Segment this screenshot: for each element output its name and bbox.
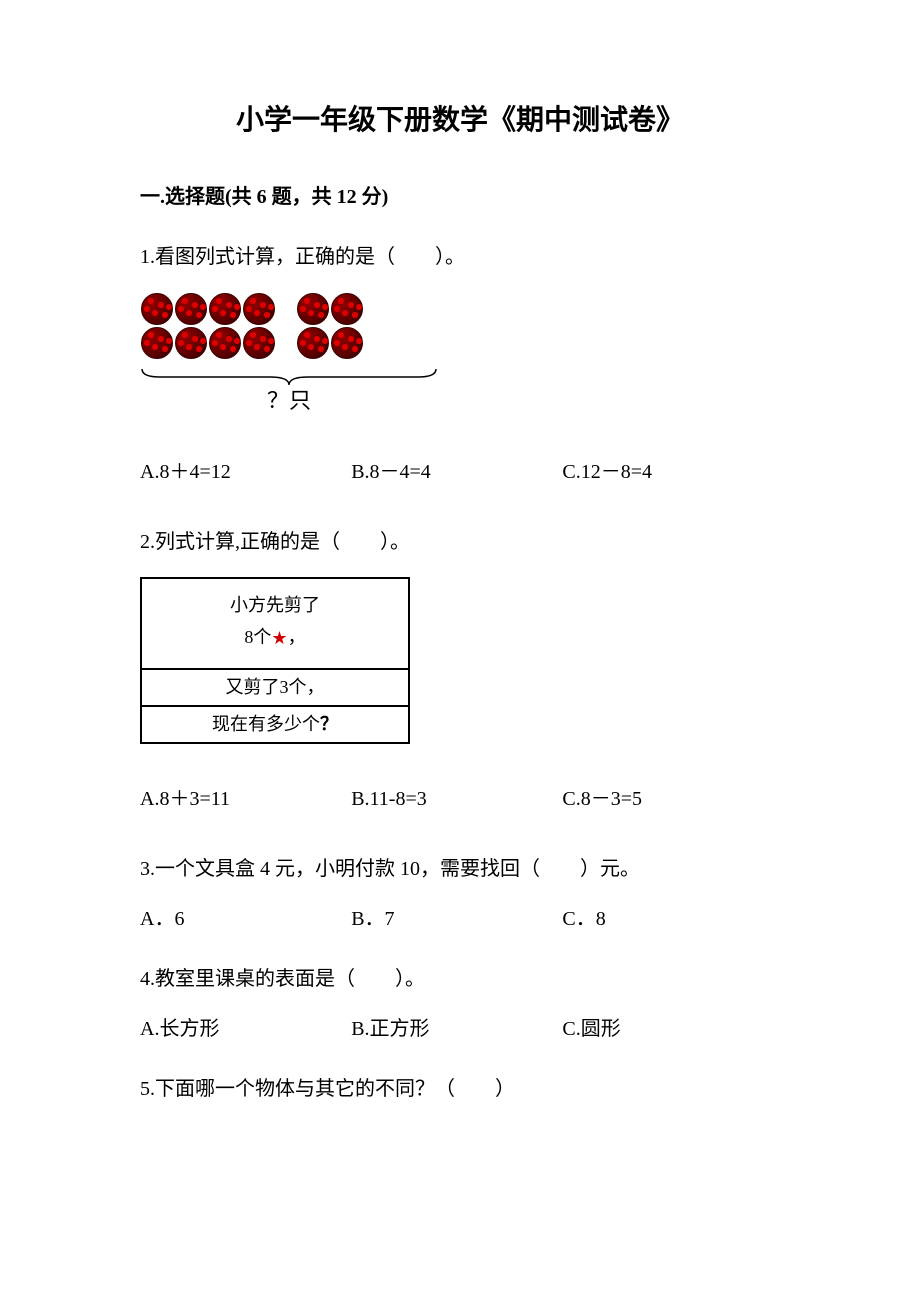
- star-icon: ★: [271, 622, 287, 654]
- ladybug-icon: [297, 327, 329, 359]
- brace-icon: [140, 364, 438, 384]
- ladybug-icon: [243, 293, 275, 325]
- question-3: 3.一个文具盒 4 元，小明付款 10，需要找回（ ）元。 A．6 B．7 C．…: [140, 854, 780, 934]
- q2-option-b[interactable]: B.11-8=3: [351, 784, 562, 814]
- ladybug-row-1: [140, 292, 450, 326]
- q2-option-c[interactable]: C.8－3=5: [562, 784, 773, 814]
- question-5: 5.下面哪一个物体与其它的不同？（ ）: [140, 1074, 780, 1104]
- q3-options: A．6 B．7 C．8: [140, 904, 780, 934]
- q4-text: 4.教室里课桌的表面是（ ）。: [140, 964, 780, 994]
- question-1: 1.看图列式计算，正确的是（ ）。: [140, 242, 780, 487]
- q1-qmark: ？只: [140, 384, 438, 417]
- ladybug-icon: [175, 327, 207, 359]
- q2-option-a[interactable]: A.8＋3=11: [140, 784, 351, 814]
- q2-options: A.8＋3=11 B.11-8=3 C.8－3=5: [140, 784, 780, 814]
- q2-box-top: 小方先剪了 8个★，: [142, 579, 408, 670]
- ladybug-icon: [175, 293, 207, 325]
- question-4: 4.教室里课桌的表面是（ ）。 A.长方形 B.正方形 C.圆形: [140, 964, 780, 1044]
- q3-option-b[interactable]: B．7: [351, 904, 562, 934]
- q4-option-a[interactable]: A.长方形: [140, 1014, 351, 1044]
- ladybug-icon: [331, 327, 363, 359]
- q4-option-c[interactable]: C.圆形: [562, 1014, 773, 1044]
- q3-text: 3.一个文具盒 4 元，小明付款 10，需要找回（ ）元。: [140, 854, 780, 884]
- q1-option-c[interactable]: C.12－8=4: [562, 457, 773, 487]
- q2-figure: 小方先剪了 8个★， 又剪了3个， 现在有多少个？: [140, 577, 780, 744]
- question-2: 2.列式计算,正确的是（ ）。 小方先剪了 8个★， 又剪了3个， 现在有多少个…: [140, 527, 780, 814]
- q4-options: A.长方形 B.正方形 C.圆形: [140, 1014, 780, 1044]
- q2-text: 2.列式计算,正确的是（ ）。: [140, 527, 780, 557]
- doc-title: 小学一年级下册数学《期中测试卷》: [140, 100, 780, 142]
- q1-figure: ？只: [140, 292, 780, 417]
- q2-box-bot: 现在有多少个？: [142, 707, 408, 742]
- q4-option-b[interactable]: B.正方形: [351, 1014, 562, 1044]
- section-header: 一.选择题(共 6 题，共 12 分): [140, 182, 780, 212]
- ladybug-icon: [243, 327, 275, 359]
- ladybug-icon: [141, 327, 173, 359]
- q5-text: 5.下面哪一个物体与其它的不同？（ ）: [140, 1074, 780, 1104]
- q1-options: A.8＋4=12 B.8－4=4 C.12－8=4: [140, 457, 780, 487]
- q3-option-a[interactable]: A．6: [140, 904, 351, 934]
- q3-option-c[interactable]: C．8: [562, 904, 773, 934]
- q2-box-top-line1: 小方先剪了: [150, 589, 400, 621]
- ladybug-icon: [209, 327, 241, 359]
- q1-option-a[interactable]: A.8＋4=12: [140, 457, 351, 487]
- ladybug-icon: [141, 293, 173, 325]
- ladybug-row-2: [140, 326, 450, 360]
- q1-option-b[interactable]: B.8－4=4: [351, 457, 562, 487]
- ladybug-icon: [297, 293, 329, 325]
- q2-box-top-line2: 8个★，: [150, 621, 400, 653]
- ladybug-icon: [209, 293, 241, 325]
- q2-box-mid: 又剪了3个，: [142, 670, 408, 707]
- ladybug-icon: [331, 293, 363, 325]
- q1-text: 1.看图列式计算，正确的是（ ）。: [140, 242, 780, 272]
